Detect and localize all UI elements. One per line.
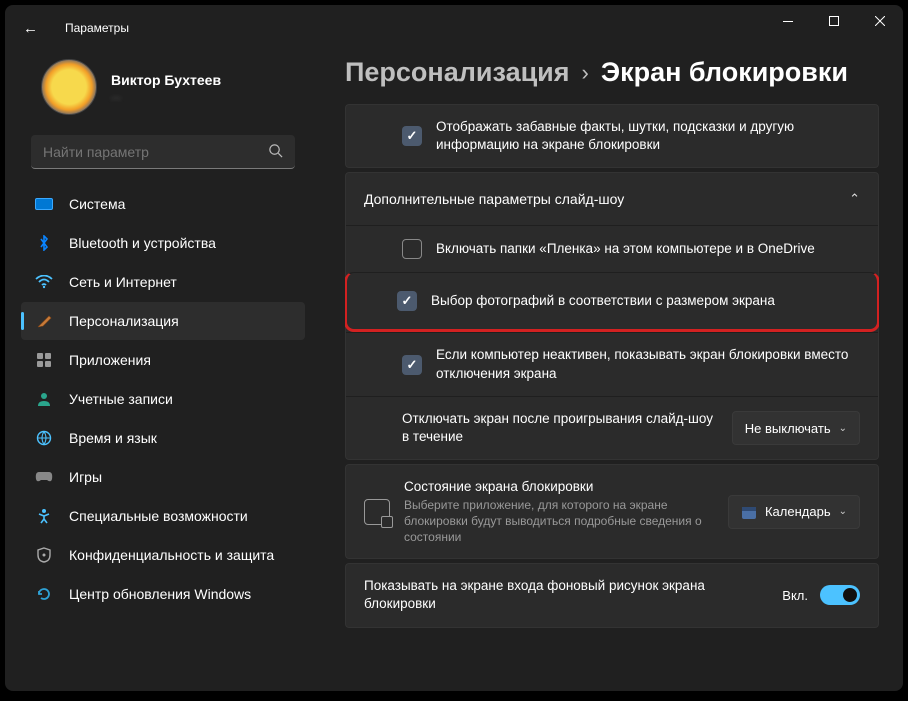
checkbox-include-roll[interactable] — [402, 239, 422, 259]
accessibility-icon — [35, 507, 53, 525]
label-turn-off-after: Отключать экран после проигрывания слайд… — [402, 410, 718, 446]
checkbox-when-inactive[interactable] — [402, 355, 422, 375]
content-scroll: Отображать забавные факты, шутки, подска… — [345, 104, 879, 691]
label-when-inactive: Если компьютер неактивен, показывать экр… — [436, 346, 860, 382]
back-button[interactable]: ← — [23, 20, 51, 37]
shield-icon — [35, 546, 53, 564]
label-signin-bg: Показывать на экране входа фоновый рисун… — [364, 577, 768, 613]
nav-label: Система — [69, 196, 125, 212]
search-input[interactable] — [43, 144, 235, 160]
lock-status-icon — [364, 499, 390, 525]
nav-accounts[interactable]: Учетные записи — [21, 380, 305, 418]
sidebar: Виктор Бухтеев ... Система — [5, 51, 321, 691]
nav-network[interactable]: Сеть и Интернет — [21, 263, 305, 301]
toggle-signin-bg[interactable] — [820, 585, 860, 605]
select-lock-status-app[interactable]: Календарь ⌄ — [728, 495, 860, 529]
profile-name: Виктор Бухтеев — [111, 72, 221, 88]
row-fun-facts: Отображать забавные факты, шутки, подска… — [346, 105, 878, 167]
slideshow-header-label: Дополнительные параметры слайд-шоу — [364, 191, 624, 207]
row-signin-bg: Показывать на экране входа фоновый рисун… — [346, 564, 878, 626]
nav-update[interactable]: Центр обновления Windows — [21, 575, 305, 613]
settings-window: ← Параметры Виктор Бухтеев ... — [5, 5, 903, 691]
nav-time[interactable]: Время и язык — [21, 419, 305, 457]
close-button[interactable] — [857, 5, 903, 37]
monitor-icon — [35, 195, 53, 213]
chevron-down-icon: ⌄ — [839, 506, 847, 517]
nav-privacy[interactable]: Конфиденциальность и защита — [21, 536, 305, 574]
row-fit-screen: Выбор фотографий в соответствии с размер… — [345, 272, 879, 332]
select-turn-off-after[interactable]: Не выключать ⌄ — [732, 411, 860, 445]
slideshow-header[interactable]: Дополнительные параметры слайд-шоу ⌃ — [346, 173, 878, 225]
panel-lock-status: Состояние экрана блокировки Выберите при… — [345, 464, 879, 559]
row-include-roll: Включать папки «Пленка» на этом компьюте… — [346, 225, 878, 272]
nav-apps[interactable]: Приложения — [21, 341, 305, 379]
user-icon — [35, 390, 53, 408]
label-fit-screen: Выбор фотографий в соответствии с размер… — [431, 292, 827, 310]
nav-label: Специальные возможности — [69, 508, 248, 524]
breadcrumb: Персонализация › Экран блокировки — [345, 51, 879, 104]
bluetooth-icon — [35, 234, 53, 252]
nav-label: Время и язык — [69, 430, 157, 446]
panel-funfacts: Отображать забавные факты, шутки, подска… — [345, 104, 879, 168]
window-controls — [765, 5, 903, 37]
nav-list: Система Bluetooth и устройства Сеть и Ин… — [17, 185, 309, 613]
checkbox-fit-screen[interactable] — [397, 291, 417, 311]
toggle-state-label: Вкл. — [782, 588, 808, 603]
minimize-button[interactable] — [765, 5, 811, 37]
panel-signin-bg: Показывать на экране входа фоновый рисун… — [345, 563, 879, 627]
search-icon — [268, 143, 283, 161]
nav-system[interactable]: Система — [21, 185, 305, 223]
row-lock-status: Состояние экрана блокировки Выберите при… — [346, 465, 878, 558]
nav-label: Bluetooth и устройства — [69, 235, 216, 251]
nav-label: Игры — [69, 469, 102, 485]
wifi-icon — [35, 273, 53, 291]
checkbox-fun-facts[interactable] — [402, 126, 422, 146]
nav-label: Конфиденциальность и защита — [69, 547, 274, 563]
globe-clock-icon — [35, 429, 53, 447]
window-title: Параметры — [65, 21, 129, 35]
select-value: Календарь — [765, 504, 831, 519]
breadcrumb-root[interactable]: Персонализация — [345, 57, 570, 88]
profile-block[interactable]: Виктор Бухтеев ... — [17, 51, 309, 129]
panel-slideshow: Дополнительные параметры слайд-шоу ⌃ Вкл… — [345, 172, 879, 460]
brush-icon — [35, 312, 53, 330]
gamepad-icon — [35, 468, 53, 486]
nav-label: Центр обновления Windows — [69, 586, 251, 602]
row-turn-off-after: Отключать экран после проигрывания слайд… — [346, 396, 878, 459]
row-when-inactive: Если компьютер неактивен, показывать экр… — [346, 332, 878, 395]
nav-bluetooth[interactable]: Bluetooth и устройства — [21, 224, 305, 262]
nav-label: Сеть и Интернет — [69, 274, 177, 290]
breadcrumb-current: Экран блокировки — [601, 57, 848, 88]
chevron-down-icon: ⌄ — [839, 423, 847, 434]
nav-gaming[interactable]: Игры — [21, 458, 305, 496]
nav-label: Учетные записи — [69, 391, 173, 407]
profile-email: ... — [111, 88, 221, 102]
label-include-roll: Включать папки «Пленка» на этом компьюте… — [436, 240, 860, 258]
select-value: Не выключать — [745, 421, 831, 436]
chevron-up-icon: ⌃ — [849, 191, 860, 207]
nav-accessibility[interactable]: Специальные возможности — [21, 497, 305, 535]
avatar — [41, 59, 97, 115]
calendar-icon — [741, 504, 757, 520]
maximize-button[interactable] — [811, 5, 857, 37]
main-pane: Персонализация › Экран блокировки Отобра… — [321, 51, 903, 691]
search-box[interactable] — [31, 135, 295, 169]
nav-personalization[interactable]: Персонализация — [21, 302, 305, 340]
label-fun-facts: Отображать забавные факты, шутки, подска… — [436, 118, 860, 154]
chevron-right-icon: › — [582, 60, 589, 86]
nav-label: Приложения — [69, 352, 151, 368]
nav-label: Персонализация — [69, 313, 179, 329]
label-lock-status: Состояние экрана блокировки Выберите при… — [404, 478, 714, 545]
apps-icon — [35, 351, 53, 369]
update-icon — [35, 585, 53, 603]
